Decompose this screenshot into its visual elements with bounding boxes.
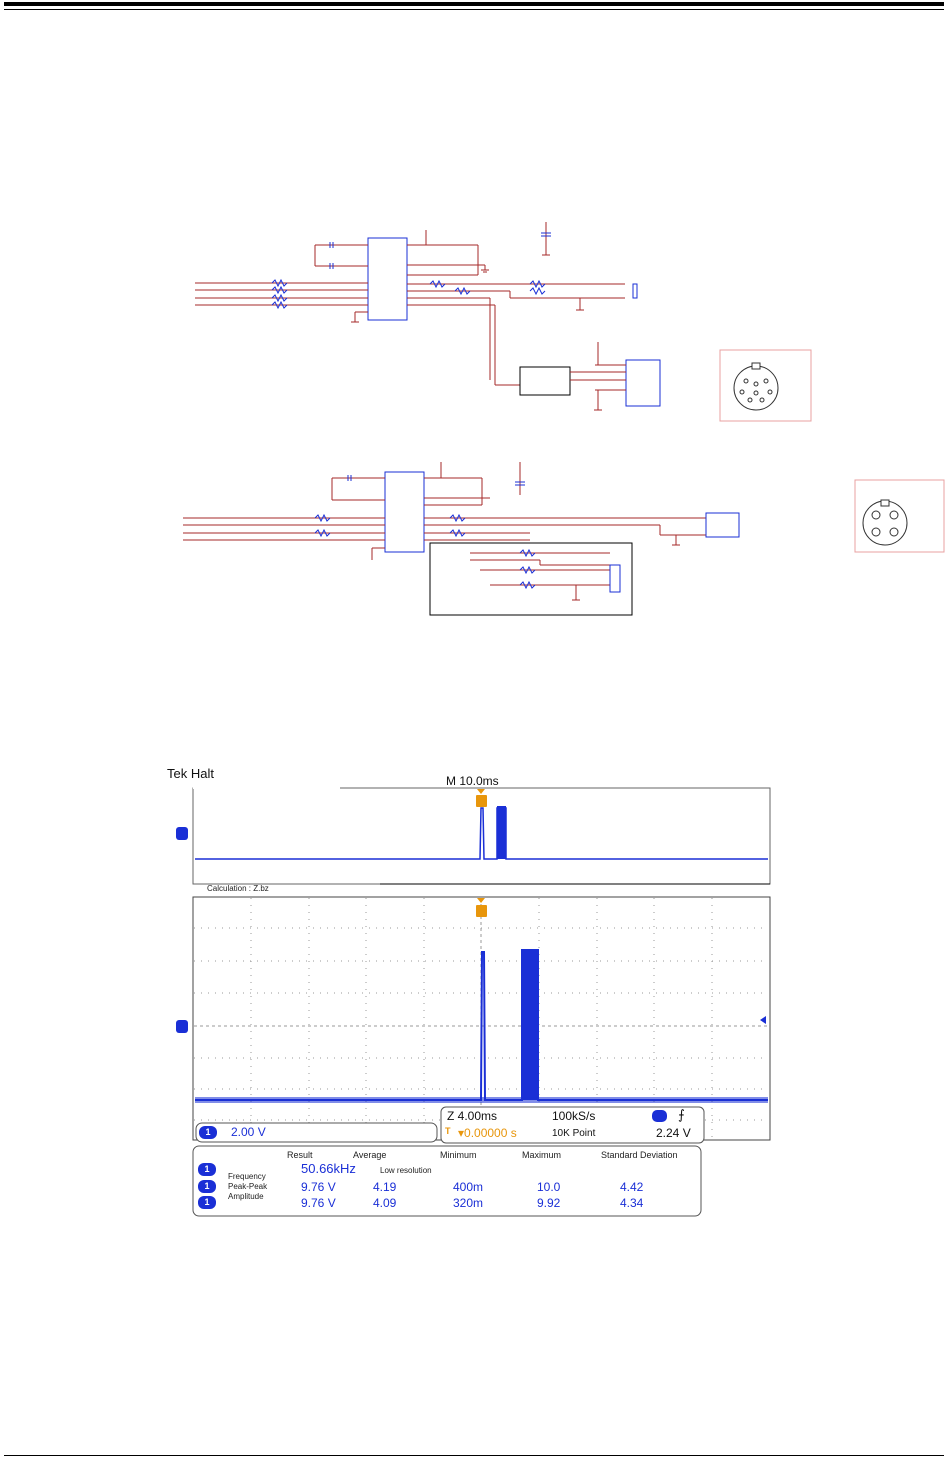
row-2-stddev: 4.42	[620, 1180, 644, 1194]
din4-connector-icon	[854, 479, 945, 553]
header-result: Result	[287, 1150, 313, 1160]
row-3-average: 4.09	[373, 1196, 397, 1210]
row-2-average: 4.19	[373, 1180, 397, 1194]
row-2-name: Peak-Peak	[228, 1182, 268, 1191]
trigger-position: ▾0.00000 s	[458, 1126, 517, 1140]
burst-overview	[497, 806, 506, 859]
footer-rule	[4, 1455, 944, 1456]
calculation-label: Calculation : Z.bz	[207, 884, 269, 893]
record-length: 10K Point	[552, 1128, 596, 1139]
row-3-channel-badge: 1	[198, 1196, 216, 1209]
channel-scale: 2.00 V	[231, 1125, 266, 1139]
row-2-minimum: 400m	[453, 1180, 484, 1194]
row-2-result: 9.76 V	[301, 1180, 336, 1194]
header-stddev: Standard Deviation	[601, 1150, 678, 1160]
row-1-result: 50.66kHz	[301, 1161, 356, 1176]
header-minimum: Minimum	[440, 1150, 477, 1160]
trigger-level: 2.24 V	[656, 1126, 691, 1140]
overview-window	[192, 787, 771, 885]
row-3-maximum: 9.92	[537, 1196, 561, 1210]
row-1-name: Frequency	[228, 1172, 266, 1181]
circuit-schematic	[183, 222, 945, 616]
header-average: Average	[353, 1150, 387, 1160]
header-maximum: Maximum	[522, 1150, 562, 1160]
main-timebase: M 10.0ms	[446, 774, 499, 788]
burst-zoom	[521, 949, 539, 1100]
row-3-result: 9.76 V	[301, 1196, 336, 1210]
ic-1	[367, 237, 408, 321]
trigger-marker-icon: T	[445, 1126, 451, 1136]
rising-edge-icon: ⨍	[678, 1107, 685, 1122]
row-1-note: Low resolution	[380, 1166, 432, 1175]
zoom-window	[192, 896, 771, 1141]
row-1-channel-badge: 1	[198, 1163, 216, 1176]
zoom-timebase: Z 4.00ms	[447, 1109, 498, 1123]
row-3-stddev: 4.34	[620, 1196, 644, 1210]
sample-rate: 100kS/s	[552, 1109, 596, 1123]
ic-2	[384, 471, 425, 553]
row-3-name: Amplitude	[228, 1192, 264, 1201]
row-2-channel-badge: 1	[198, 1180, 216, 1193]
channel-1-badge: 1	[199, 1126, 217, 1139]
row-2-maximum: 10.0	[537, 1180, 561, 1194]
row-3-minimum: 320m	[453, 1196, 484, 1210]
scope-status: Tek Halt	[167, 766, 214, 781]
